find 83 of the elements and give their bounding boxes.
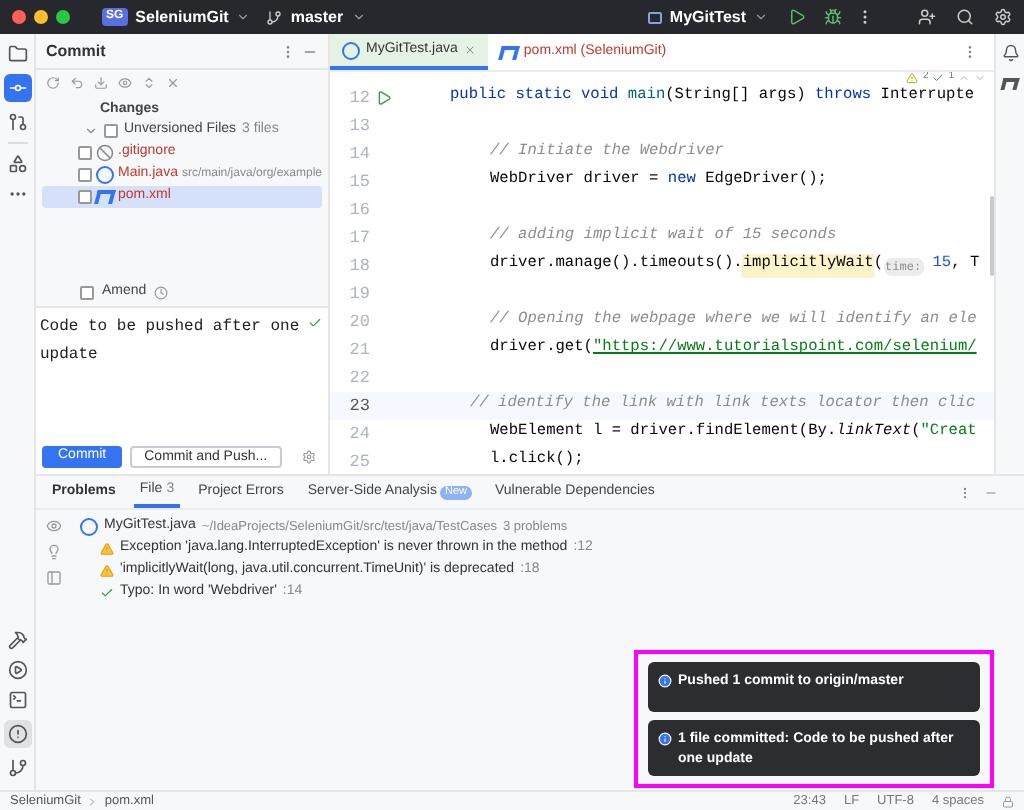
line-number: 23 <box>347 393 370 419</box>
git-icon[interactable] <box>7 758 27 778</box>
run-config-selector[interactable]: MyGitTest <box>669 5 746 29</box>
close-light[interactable] <box>12 10 26 24</box>
down-icon <box>974 72 986 84</box>
check-icon <box>100 586 114 600</box>
maven-icon <box>497 45 520 59</box>
settings-icon[interactable] <box>994 8 1012 26</box>
update-icon[interactable] <box>94 76 108 90</box>
scrollbar[interactable] <box>990 196 994 276</box>
problems-icon <box>7 724 27 744</box>
line-number: 19 <box>347 281 370 307</box>
checkbox[interactable] <box>78 168 92 182</box>
line-number: 15 <box>347 169 370 195</box>
checkbox[interactable] <box>78 190 92 204</box>
run-icon[interactable] <box>788 8 806 26</box>
preview-icon[interactable] <box>46 570 62 586</box>
line-number: 13 <box>347 113 370 139</box>
add-user-icon[interactable] <box>918 8 936 26</box>
project-selector[interactable]: SeleniumGit <box>135 5 229 29</box>
warning-icon <box>100 564 114 578</box>
refresh-icon[interactable] <box>46 76 60 90</box>
branch-icon <box>266 9 283 25</box>
view-icon[interactable] <box>46 518 62 534</box>
chevron-icon <box>351 10 366 24</box>
up-icon <box>958 72 970 84</box>
maven-icon[interactable] <box>1000 78 1020 90</box>
expand-icon[interactable] <box>142 76 156 90</box>
expanded-chevron-icon[interactable] <box>84 124 98 138</box>
problems-tool-button[interactable] <box>3 720 31 748</box>
run-icon[interactable] <box>7 660 27 680</box>
chevron-icon <box>754 10 768 24</box>
warning-icon <box>906 72 919 84</box>
line-number: 25 <box>347 449 370 474</box>
pull-request-icon[interactable] <box>7 112 27 132</box>
line-number: 16 <box>347 197 370 223</box>
checkbox[interactable] <box>78 146 92 160</box>
chevron-icon <box>86 795 99 807</box>
panel-title: Commit <box>46 39 106 63</box>
lock-icon[interactable] <box>1002 795 1014 807</box>
line-number: 18 <box>347 253 370 279</box>
check-icon <box>932 72 945 84</box>
branch-selector[interactable]: master <box>290 5 344 29</box>
line-number: 12 <box>347 85 370 111</box>
commit-tool-button[interactable] <box>3 74 31 102</box>
message-line: update <box>40 344 98 368</box>
config-icon <box>647 11 662 23</box>
class-icon <box>96 166 114 184</box>
maven-icon <box>94 190 116 204</box>
info-icon <box>658 732 672 746</box>
warning-icon <box>100 542 114 556</box>
ignore-icon <box>96 144 114 162</box>
terminal-icon[interactable] <box>7 690 27 710</box>
structure-icon[interactable] <box>7 154 27 174</box>
checkbox[interactable] <box>80 285 94 299</box>
zoom-light[interactable] <box>56 10 70 24</box>
close-icon[interactable] <box>166 76 180 90</box>
check-icon <box>308 316 322 330</box>
checkbox[interactable] <box>104 124 118 138</box>
debug-icon[interactable] <box>824 8 842 26</box>
minimize-light[interactable] <box>34 10 48 24</box>
line-number: 17 <box>347 225 370 251</box>
lightbulb-icon[interactable] <box>46 544 62 560</box>
commit-message-field[interactable]: Code to be pushed after one update <box>36 306 328 438</box>
rollback-icon[interactable] <box>70 76 84 90</box>
line-number: 22 <box>347 365 370 391</box>
info-icon <box>658 674 672 688</box>
view-icon[interactable] <box>118 76 132 90</box>
bell-icon[interactable] <box>1001 44 1019 62</box>
chevron-icon <box>236 10 251 24</box>
line-number: 24 <box>347 421 370 447</box>
class-icon <box>80 518 98 536</box>
line-number: 21 <box>347 337 370 363</box>
history-icon[interactable] <box>154 285 169 299</box>
class-icon <box>342 41 360 59</box>
run-icon[interactable] <box>376 90 392 106</box>
hammer-icon[interactable] <box>7 630 27 650</box>
message-line: Code to be pushed after one <box>40 316 300 340</box>
line-number: 20 <box>347 309 370 335</box>
folder-icon[interactable] <box>7 44 27 64</box>
close-icon[interactable] <box>463 44 476 56</box>
line-number: 14 <box>347 141 370 167</box>
search-icon[interactable] <box>956 8 974 26</box>
